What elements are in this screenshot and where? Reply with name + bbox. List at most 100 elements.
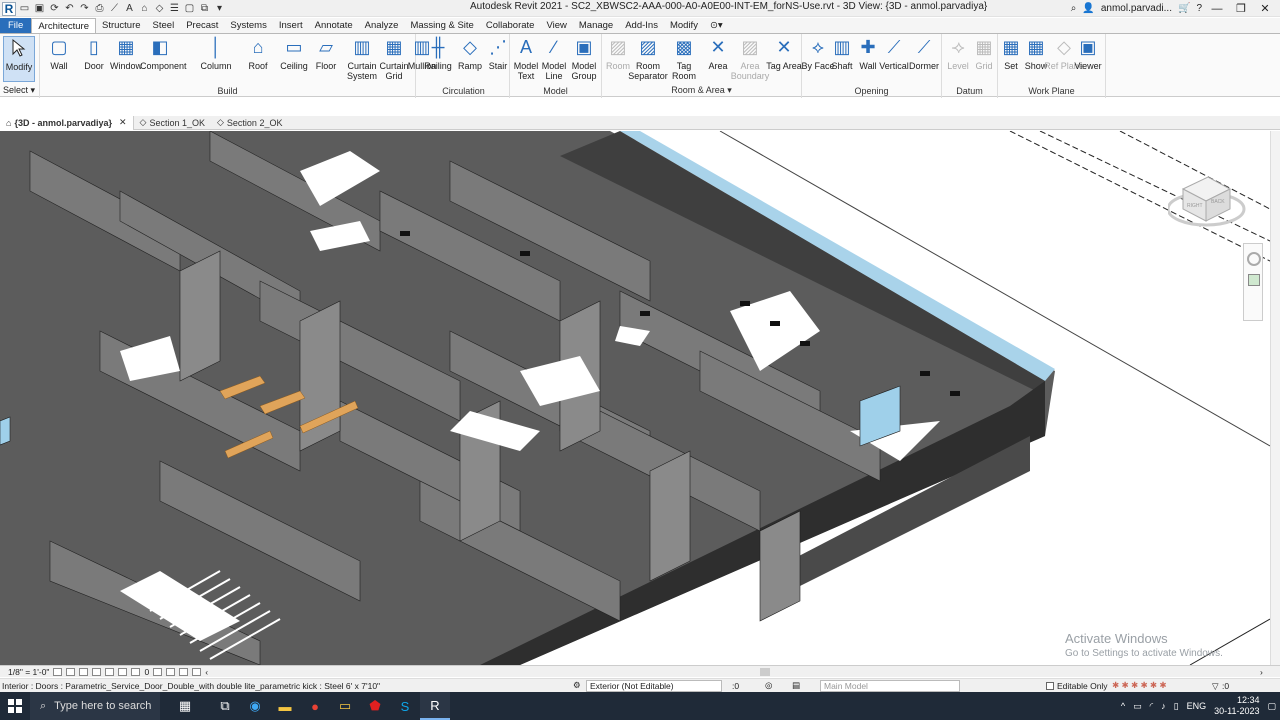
room-area-button-tag-room[interactable]: ▩ Tag Room bbox=[668, 36, 700, 82]
clock[interactable]: 12:34 30-11-2023 bbox=[1214, 695, 1259, 717]
editing-requests-icon[interactable]: ◎ bbox=[765, 680, 772, 691]
build-button-window[interactable]: ▦ Window bbox=[110, 36, 142, 72]
user-name[interactable]: anmol.parvadi... bbox=[1101, 3, 1172, 14]
revit-taskbar-icon[interactable]: R bbox=[420, 692, 450, 720]
folder-icon[interactable]: ▭ bbox=[330, 692, 360, 720]
ribbon-tab-modify[interactable]: Modify bbox=[664, 18, 704, 33]
design-options-icon[interactable]: ▤ bbox=[792, 680, 800, 691]
revit-logo-icon[interactable]: R bbox=[2, 1, 16, 16]
thin-lines-icon[interactable]: ☰ bbox=[168, 3, 181, 15]
workset-dropdown[interactable]: Exterior (Not Editable) bbox=[586, 680, 722, 692]
task-view-icon[interactable]: ⧉ bbox=[210, 692, 240, 720]
wifi-icon[interactable]: ◜ bbox=[1150, 701, 1154, 712]
view-tab-1[interactable]: ◇ Section 1_OK bbox=[134, 116, 211, 130]
tray-chevron-icon[interactable]: ^ bbox=[1121, 701, 1125, 711]
select-dropdown[interactable]: Select ▾ bbox=[3, 85, 35, 96]
ribbon-tab-analyze[interactable]: Analyze bbox=[359, 18, 405, 33]
scroll-left-icon[interactable]: ‹ bbox=[205, 667, 208, 677]
close-hidden-icon[interactable]: ▢ bbox=[183, 3, 196, 15]
selection-tools-icons[interactable]: ✱ ✱ ✱ ✱ ✱ ✱ bbox=[1112, 680, 1167, 691]
work-plane-button-viewer[interactable]: ▣ Viewer bbox=[1072, 36, 1104, 72]
binoculars-icon[interactable]: ⌕ bbox=[1071, 3, 1077, 14]
show-crop-icon[interactable] bbox=[118, 667, 128, 676]
highlight-displacement-icon[interactable] bbox=[192, 667, 202, 676]
customize-qat-icon[interactable]: ▾ bbox=[213, 3, 226, 15]
undo-icon[interactable]: ↶ bbox=[63, 3, 76, 15]
room-area-button-area-boundary[interactable]: ▨ Area Boundary bbox=[731, 36, 770, 82]
switch-windows-icon[interactable]: ⧉ bbox=[198, 3, 211, 15]
ribbon-tab-systems[interactable]: Systems bbox=[224, 18, 272, 33]
build-button-component[interactable]: ◧ Component bbox=[140, 36, 187, 72]
room-area-button-room-separator[interactable]: ▨ Room Separator bbox=[628, 36, 668, 82]
model-button-model-group[interactable]: ▣ Model Group bbox=[568, 36, 600, 82]
user-icon[interactable]: 👤 bbox=[1082, 3, 1094, 14]
ribbon-tab-collaborate[interactable]: Collaborate bbox=[480, 18, 541, 33]
measure-icon[interactable]: ⟋ bbox=[108, 3, 121, 15]
lock-view-icon[interactable] bbox=[131, 667, 141, 676]
reveal-hidden-icon[interactable] bbox=[166, 667, 176, 676]
section-icon[interactable]: ◇ bbox=[153, 3, 166, 15]
build-button-floor[interactable]: ▱ Floor bbox=[310, 36, 342, 72]
temp-hide-icon[interactable] bbox=[153, 667, 163, 676]
zoom-icon[interactable] bbox=[1248, 274, 1260, 286]
maximize-button[interactable]: ❐ bbox=[1232, 2, 1250, 15]
room-area-button-tag-area[interactable]: ✕ Tag Area bbox=[766, 36, 802, 72]
ribbon-tab-insert[interactable]: Insert bbox=[273, 18, 309, 33]
editable-only-toggle[interactable]: Editable Only bbox=[1046, 681, 1108, 691]
chrome-icon[interactable]: ● bbox=[300, 692, 330, 720]
windows-start-icon[interactable] bbox=[0, 692, 30, 720]
ribbon-tab-annotate[interactable]: Annotate bbox=[309, 18, 359, 33]
horizontal-scrollbar-thumb[interactable] bbox=[760, 667, 770, 676]
taskbar-search[interactable]: ⌕ Type here to search bbox=[30, 692, 160, 720]
ribbon-tab-steel[interactable]: Steel bbox=[147, 18, 181, 33]
ribbon-tab-massing-site[interactable]: Massing & Site bbox=[404, 18, 479, 33]
viewcube-face-back[interactable]: BACK bbox=[1211, 199, 1225, 205]
shadows-icon[interactable] bbox=[92, 667, 102, 676]
view-tab-2[interactable]: ◇ Section 2_OK bbox=[211, 116, 288, 130]
sync-icon[interactable]: ⟳ bbox=[48, 3, 61, 15]
ribbon-tab-add-ins[interactable]: Add-Ins bbox=[619, 18, 664, 33]
open-icon[interactable]: ▭ bbox=[18, 3, 31, 15]
3d-view-canvas[interactable]: RIGHT BACK Activate Windows Go to Settin… bbox=[0, 131, 1270, 665]
viewcube-face-right[interactable]: RIGHT bbox=[1187, 203, 1203, 209]
text-icon[interactable]: A bbox=[123, 3, 136, 15]
ribbon-tab-options-icon[interactable]: ⊙▾ bbox=[704, 18, 729, 33]
cart-icon[interactable]: 🛒 bbox=[1178, 3, 1190, 14]
view-cube[interactable]: RIGHT BACK bbox=[1166, 169, 1248, 234]
close-tab-icon[interactable]: ✕ bbox=[119, 117, 127, 128]
notification-icon[interactable]: ▢ bbox=[1267, 701, 1276, 712]
opening-button-dormer[interactable]: ⟋ Dormer bbox=[908, 36, 940, 72]
steering-wheel-icon[interactable] bbox=[1247, 252, 1261, 266]
news-widget-icon[interactable]: ▦ bbox=[160, 692, 210, 720]
filter-icon[interactable]: ▽ bbox=[1212, 681, 1219, 692]
save-icon[interactable]: ▣ bbox=[33, 3, 46, 15]
modify-button[interactable]: Modify bbox=[3, 36, 35, 82]
view-tab-0[interactable]: ⌂ {3D - anmol.parvadiya} ✕ bbox=[0, 115, 134, 130]
battery-icon[interactable]: ▯ bbox=[1174, 701, 1179, 712]
edge-icon[interactable]: ◉ bbox=[240, 692, 270, 720]
view-scale[interactable]: 1/8" = 1'-0" bbox=[8, 667, 49, 677]
ribbon-tab-precast[interactable]: Precast bbox=[180, 18, 224, 33]
network-icon[interactable]: ▭ bbox=[1133, 701, 1142, 712]
acrobat-icon[interactable]: ⬟ bbox=[360, 692, 390, 720]
ribbon-tab-view[interactable]: View bbox=[540, 18, 572, 33]
ribbon-tab-file[interactable]: File bbox=[0, 18, 32, 33]
ribbon-tab-structure[interactable]: Structure bbox=[96, 18, 147, 33]
room-area-group-label[interactable]: Room & Area ▾ bbox=[602, 85, 801, 96]
scroll-right-icon[interactable]: › bbox=[1260, 667, 1263, 677]
sun-path-icon[interactable] bbox=[79, 667, 89, 676]
skype-icon[interactable]: S bbox=[390, 692, 420, 720]
3d-view-icon[interactable]: ⌂ bbox=[138, 3, 151, 15]
crop-view-icon[interactable] bbox=[105, 667, 115, 676]
print-icon[interactable]: ⎙ bbox=[93, 3, 106, 15]
minimize-button[interactable]: — bbox=[1208, 3, 1226, 15]
detail-level-icon[interactable] bbox=[53, 667, 63, 676]
build-button-wall[interactable]: ▢ Wall bbox=[43, 36, 75, 72]
editable-only-checkbox[interactable] bbox=[1046, 682, 1054, 690]
analytical-model-icon[interactable] bbox=[179, 667, 189, 676]
ribbon-tab-manage[interactable]: Manage bbox=[573, 18, 619, 33]
language-indicator[interactable]: ENG bbox=[1187, 701, 1207, 711]
file-explorer-icon[interactable]: ▬ bbox=[270, 692, 300, 720]
visual-style-icon[interactable] bbox=[66, 667, 76, 676]
ribbon-tab-architecture[interactable]: Architecture bbox=[31, 18, 96, 33]
